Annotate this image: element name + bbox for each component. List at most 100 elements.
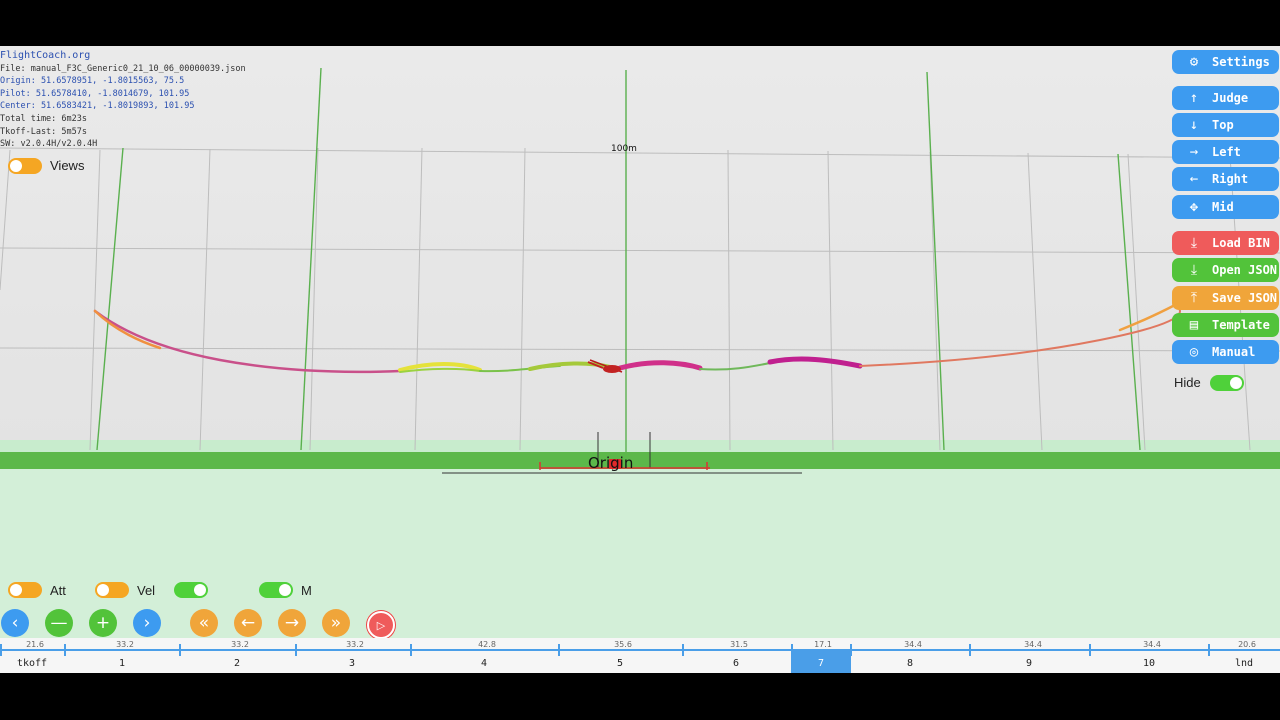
origin-coords: Origin: 51.6578951, -1.8015563, 75.5 (0, 76, 185, 87)
previous-button[interactable]: ‹ (1, 609, 29, 637)
left-view-button[interactable]: → Left (1172, 140, 1279, 164)
segment-3[interactable]: 3 (349, 658, 355, 669)
timeline-tick (969, 644, 971, 656)
m-label: M (301, 583, 312, 598)
play-icon: ▷ (376, 618, 386, 632)
arrow-up-icon: ↑ (1189, 90, 1199, 106)
segment-duration: 17.1 (814, 640, 832, 649)
views-toggle[interactable] (8, 158, 42, 174)
origin-label: Origin (588, 454, 633, 472)
open-json-button[interactable]: ⤓ Open JSON (1172, 258, 1279, 282)
segment-9[interactable]: 9 (1026, 658, 1032, 669)
file-name: File: manual_F3C_Generic0_21_10_06_00000… (0, 63, 246, 74)
sw-version: SW: v2.0.4H/v2.0.4H (0, 139, 98, 150)
att-toggle[interactable] (8, 582, 42, 598)
upload-icon: ⤒ (1190, 290, 1198, 306)
open-json-label: Open JSON (1212, 263, 1278, 277)
timeline-tick (179, 644, 181, 656)
arrow-left-icon: ← (1189, 171, 1199, 187)
segment-7-selected[interactable]: 7 (818, 658, 824, 669)
site-link[interactable]: FlightCoach.org (0, 50, 246, 63)
segment-duration: 35.6 (614, 640, 632, 649)
download-icon: ⤓ (1190, 262, 1198, 278)
play-button[interactable]: ▷ (367, 611, 395, 639)
vel-toggle[interactable] (95, 582, 129, 598)
gear-icon: ⚙ (1189, 54, 1199, 70)
total-time: Total time: 6m23s (0, 113, 87, 124)
manual-label: Manual (1212, 345, 1256, 359)
segment-6[interactable]: 6 (733, 658, 739, 669)
double-chevron-right-icon: » (330, 613, 342, 633)
maneuver-timeline[interactable]: 21.6 33.2 33.2 33.2 42.8 35.6 31.5 17.1 … (0, 638, 1280, 673)
arrow-down-icon: ↓ (1189, 117, 1199, 133)
flight-info: FlightCoach.org File: manual_F3C_Generic… (0, 50, 246, 151)
segment-duration: 21.6 (26, 640, 44, 649)
arrow-left-icon: ← (240, 613, 256, 633)
zoom-in-button[interactable]: + (89, 609, 117, 637)
chevron-right-icon: › (143, 613, 151, 633)
segment-2[interactable]: 2 (234, 658, 240, 669)
timeline-tick (850, 644, 852, 656)
load-bin-label: Load BIN (1212, 236, 1270, 250)
segment-duration: 33.2 (346, 640, 364, 649)
move-icon: ✥ (1189, 199, 1199, 215)
top-view-button[interactable]: ↓ Top (1172, 113, 1279, 137)
distance-label: 100m (611, 144, 637, 154)
save-json-label: Save JSON (1212, 291, 1278, 305)
segment-4[interactable]: 4 (481, 658, 487, 669)
mid-label: Mid (1212, 200, 1234, 214)
hide-toggle[interactable] (1210, 375, 1244, 391)
template-label: Template (1212, 318, 1270, 332)
segment-tkoff[interactable]: tkoff (17, 658, 47, 669)
settings-button[interactable]: ⚙ Settings (1172, 50, 1279, 74)
mid-view-button[interactable]: ✥ Mid (1172, 195, 1279, 219)
step-forward-button[interactable]: → (278, 609, 306, 637)
center-coords: Center: 51.6583421, -1.8019893, 101.95 (0, 101, 195, 112)
segment-duration: 33.2 (231, 640, 249, 649)
chevron-left-icon: ‹ (11, 613, 19, 633)
timeline-tick (64, 644, 66, 656)
segment-duration: 34.4 (904, 640, 922, 649)
pilot-coords: Pilot: 51.6578410, -1.8014679, 101.95 (0, 88, 190, 99)
timeline-tick (1208, 644, 1210, 656)
timeline-tick (1089, 644, 1091, 656)
right-view-button[interactable]: ← Right (1172, 167, 1279, 191)
arrow-right-icon: → (284, 613, 300, 633)
top-label: Top (1212, 118, 1234, 132)
segment-10[interactable]: 10 (1143, 658, 1155, 669)
timeline-tick (295, 644, 297, 656)
segment-5[interactable]: 5 (617, 658, 623, 669)
att-label: Att (50, 583, 66, 598)
timeline-tick (682, 644, 684, 656)
download-icon: ⤓ (1190, 235, 1198, 251)
right-label: Right (1212, 172, 1249, 186)
segment-1[interactable]: 1 (119, 658, 125, 669)
views-label: Views (50, 158, 85, 173)
next-button[interactable]: › (133, 609, 161, 637)
m-toggle[interactable] (259, 582, 293, 598)
hide-label: Hide (1174, 375, 1201, 390)
unlabeled-toggle[interactable] (174, 582, 208, 598)
judge-view-button[interactable]: ↑ Judge (1172, 86, 1279, 110)
zoom-out-button[interactable]: — (45, 609, 73, 637)
save-json-button[interactable]: ⤒ Save JSON (1172, 286, 1279, 310)
minus-icon: — (50, 613, 68, 633)
plus-icon: + (95, 613, 111, 633)
document-icon: ▤ (1189, 317, 1199, 333)
load-bin-button[interactable]: ⤓ Load BIN (1172, 231, 1279, 255)
skip-forward-button[interactable]: » (322, 609, 350, 637)
manual-button[interactable]: ◎ Manual (1172, 340, 1279, 364)
timeline-tick (410, 644, 412, 656)
template-button[interactable]: ▤ Template (1172, 313, 1279, 337)
arrow-right-icon: → (1189, 144, 1199, 160)
vel-label: Vel (137, 583, 156, 598)
segment-8[interactable]: 8 (907, 658, 913, 669)
skip-back-button[interactable]: « (190, 609, 218, 637)
segment-duration: 42.8 (478, 640, 496, 649)
tkoff-last: Tkoff-Last: 5m57s (0, 126, 87, 137)
settings-label: Settings (1212, 55, 1270, 69)
timeline-tick (558, 644, 560, 656)
segment-duration: 20.6 (1238, 640, 1256, 649)
segment-lnd[interactable]: lnd (1235, 658, 1253, 669)
step-back-button[interactable]: ← (234, 609, 262, 637)
